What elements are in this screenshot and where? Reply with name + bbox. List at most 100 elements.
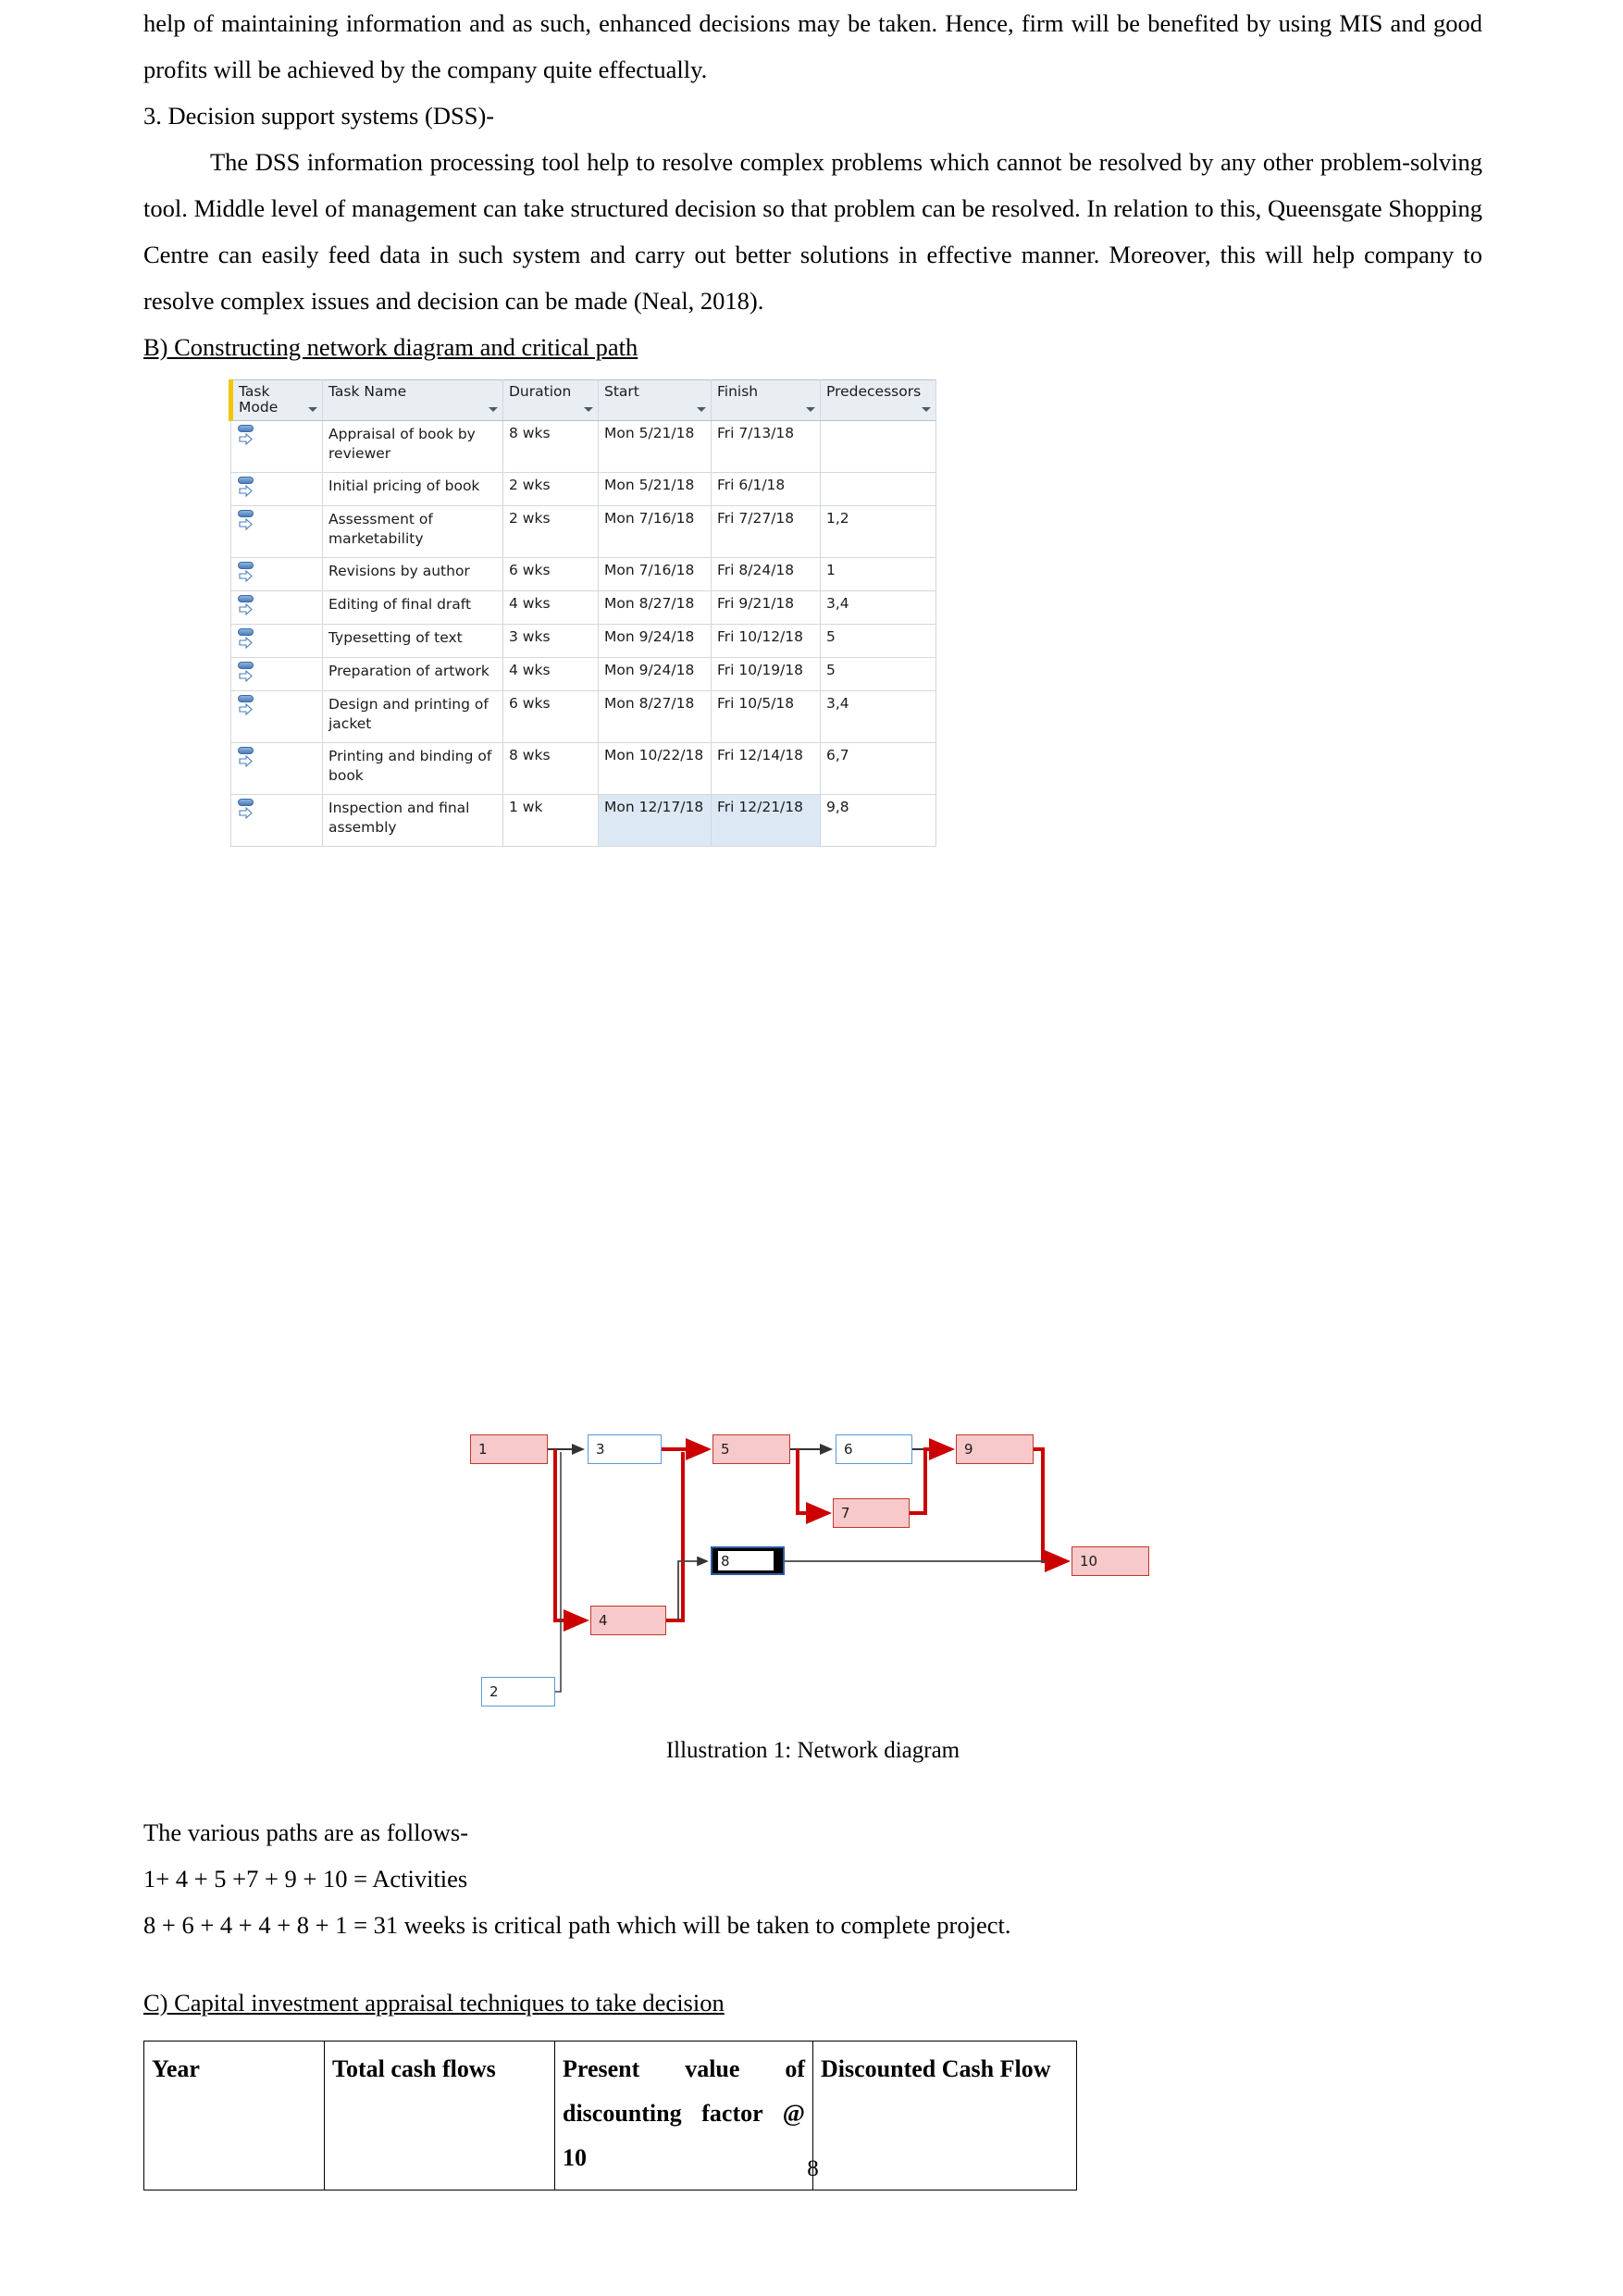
column-header-duration[interactable]: Duration	[502, 379, 599, 421]
cell-start[interactable]: Mon 9/24/18	[598, 624, 712, 658]
filter-dropdown-icon[interactable]	[922, 407, 931, 412]
cell-task-name[interactable]: Design and printing of jacket	[322, 690, 503, 743]
cell-duration[interactable]: 8 wks	[502, 742, 599, 795]
column-header-task-mode[interactable]: Task Mode	[229, 379, 323, 421]
network-node-5[interactable]: 5	[712, 1434, 790, 1464]
network-node-3[interactable]: 3	[588, 1434, 662, 1464]
cell-duration[interactable]: 6 wks	[502, 690, 599, 743]
task-mode-manual-icon[interactable]	[237, 799, 257, 823]
cell-task-name[interactable]: Appraisal of book by reviewer	[322, 420, 503, 473]
cell-task-mode[interactable]	[230, 794, 323, 847]
network-node-8[interactable]: 8	[711, 1546, 785, 1575]
table-row[interactable]: Revisions by author 6 wks Mon 7/16/18 Fri 8…	[230, 557, 936, 591]
table-row[interactable]: Design and printing of jacket 6 wks Mon 8/…	[230, 690, 936, 743]
task-mode-manual-icon[interactable]	[237, 425, 257, 449]
task-mode-manual-icon[interactable]	[237, 628, 257, 652]
cell-duration[interactable]: 3 wks	[502, 624, 599, 658]
task-mode-manual-icon[interactable]	[237, 662, 257, 686]
network-node-2[interactable]: 2	[481, 1677, 555, 1706]
cell-finish[interactable]: Fri 10/12/18	[711, 624, 821, 658]
task-mode-manual-icon[interactable]	[237, 695, 257, 719]
table-row[interactable]: Printing and binding of book 8 wks Mon 10/…	[230, 742, 936, 795]
filter-dropdown-icon[interactable]	[584, 407, 593, 412]
cell-task-mode[interactable]	[230, 657, 323, 691]
table-row[interactable]: Inspection and final assembly 1 wk Mon 12/…	[230, 794, 936, 847]
cell-task-mode[interactable]	[230, 472, 323, 506]
cell-task-name[interactable]: Preparation of artwork	[322, 657, 503, 691]
cell-start[interactable]: Mon 5/21/18	[598, 420, 712, 473]
filter-dropdown-icon[interactable]	[697, 407, 706, 412]
table-row[interactable]: Appraisal of book by reviewer 8 wks Mon 5/…	[230, 420, 936, 473]
cell-task-mode[interactable]	[230, 624, 323, 658]
cell-predecessors[interactable]	[820, 472, 936, 506]
cell-finish[interactable]: Fri 10/5/18	[711, 690, 821, 743]
cell-predecessors[interactable]	[820, 420, 936, 473]
cell-task-mode[interactable]	[230, 590, 323, 625]
task-mode-manual-icon[interactable]	[237, 595, 257, 619]
table-row[interactable]: Assessment of marketability 2 wks Mon 7/16…	[230, 505, 936, 558]
cell-duration[interactable]: 6 wks	[502, 557, 599, 591]
table-row[interactable]: Initial pricing of book 2 wks Mon 5/21/18 F…	[230, 472, 936, 506]
cell-start[interactable]: Mon 5/21/18	[598, 472, 712, 506]
cell-task-name[interactable]: Revisions by author	[322, 557, 503, 591]
cell-finish[interactable]: Fri 9/21/18	[711, 590, 821, 625]
cell-start[interactable]: Mon 8/27/18	[598, 590, 712, 625]
cell-task-name[interactable]: Typesetting of text	[322, 624, 503, 658]
cell-predecessors[interactable]: 5	[820, 657, 936, 691]
cell-task-mode[interactable]	[230, 420, 323, 473]
cell-task-name[interactable]: Editing of final draft	[322, 590, 503, 625]
task-mode-manual-icon[interactable]	[237, 562, 257, 586]
column-header-finish[interactable]: Finish	[711, 379, 821, 421]
cell-start[interactable]: Mon 8/27/18	[598, 690, 712, 743]
column-header-task-name[interactable]: Task Name	[322, 379, 503, 421]
cell-predecessors[interactable]: 3,4	[820, 590, 936, 625]
column-header-start[interactable]: Start	[598, 379, 712, 421]
table-row[interactable]: Editing of final draft 4 wks Mon 8/27/18 Fr…	[230, 590, 936, 625]
network-node-10[interactable]: 10	[1072, 1546, 1149, 1576]
cell-task-mode[interactable]	[230, 505, 323, 558]
cell-duration[interactable]: 4 wks	[502, 590, 599, 625]
cell-start[interactable]: Mon 7/16/18	[598, 557, 712, 591]
cell-finish[interactable]: Fri 7/13/18	[711, 420, 821, 473]
cell-task-mode[interactable]	[230, 690, 323, 743]
cell-predecessors[interactable]: 6,7	[820, 742, 936, 795]
column-header-predecessors[interactable]: Predecessors	[820, 379, 936, 421]
cell-duration[interactable]: 8 wks	[502, 420, 599, 473]
cell-task-name[interactable]: Inspection and final assembly	[322, 794, 503, 847]
network-node-9[interactable]: 9	[956, 1434, 1034, 1464]
cell-duration[interactable]: 4 wks	[502, 657, 599, 691]
table-row[interactable]: Preparation of artwork 4 wks Mon 9/24/18 Fr…	[230, 657, 936, 691]
cell-finish[interactable]: Fri 6/1/18	[711, 472, 821, 506]
cell-start[interactable]: Mon 10/22/18	[598, 742, 712, 795]
network-node-1[interactable]: 1	[470, 1434, 548, 1464]
task-mode-manual-icon[interactable]	[237, 747, 257, 771]
cell-finish[interactable]: Fri 12/21/18	[711, 794, 821, 847]
cell-task-name[interactable]: Printing and binding of book	[322, 742, 503, 795]
filter-dropdown-icon[interactable]	[806, 407, 815, 412]
cell-duration[interactable]: 2 wks	[502, 472, 599, 506]
cell-predecessors[interactable]: 3,4	[820, 690, 936, 743]
table-row[interactable]: Typesetting of text 3 wks Mon 9/24/18 Fri 1…	[230, 624, 936, 658]
filter-dropdown-icon[interactable]	[489, 407, 498, 412]
cell-predecessors[interactable]: 9,8	[820, 794, 936, 847]
cell-duration[interactable]: 1 wk	[502, 794, 599, 847]
cell-finish[interactable]: Fri 7/27/18	[711, 505, 821, 558]
cell-duration[interactable]: 2 wks	[502, 505, 599, 558]
cell-task-mode[interactable]	[230, 557, 323, 591]
filter-dropdown-icon[interactable]	[308, 407, 317, 412]
cell-predecessors[interactable]: 1,2	[820, 505, 936, 558]
cell-task-mode[interactable]	[230, 742, 323, 795]
cell-start[interactable]: Mon 12/17/18	[598, 794, 712, 847]
network-node-4[interactable]: 4	[590, 1606, 666, 1635]
cell-finish[interactable]: Fri 10/19/18	[711, 657, 821, 691]
cell-start[interactable]: Mon 7/16/18	[598, 505, 712, 558]
cell-finish[interactable]: Fri 12/14/18	[711, 742, 821, 795]
cell-start[interactable]: Mon 9/24/18	[598, 657, 712, 691]
cell-finish[interactable]: Fri 8/24/18	[711, 557, 821, 591]
cell-predecessors[interactable]: 1	[820, 557, 936, 591]
cell-task-name[interactable]: Initial pricing of book	[322, 472, 503, 506]
network-node-7[interactable]: 7	[833, 1498, 910, 1528]
task-mode-manual-icon[interactable]	[237, 477, 257, 501]
network-node-6[interactable]: 6	[836, 1434, 912, 1464]
task-mode-manual-icon[interactable]	[237, 510, 257, 534]
